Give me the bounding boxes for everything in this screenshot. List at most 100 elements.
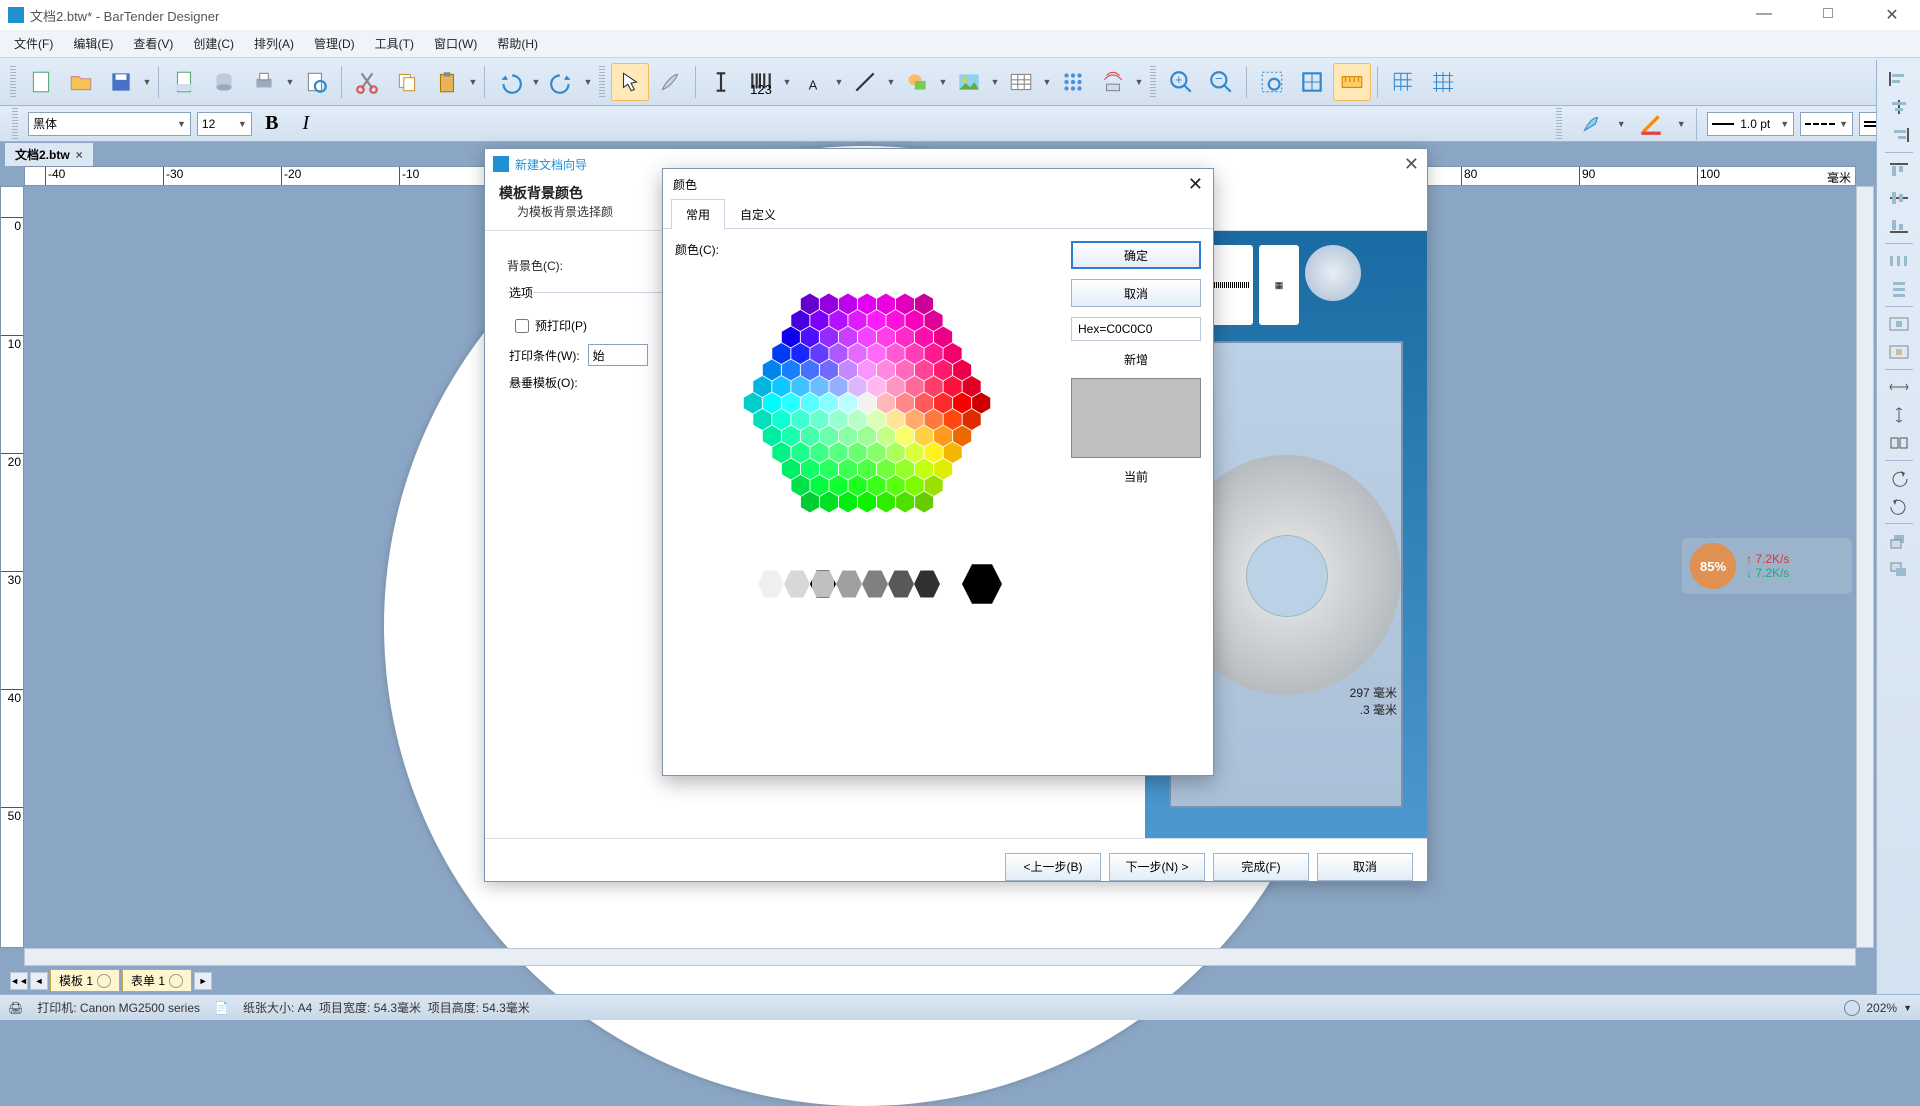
color-cell[interactable] bbox=[772, 343, 790, 364]
menu-edit[interactable]: 编辑(E) bbox=[65, 32, 121, 55]
gray-swatch[interactable] bbox=[836, 569, 862, 599]
save-dropdown[interactable]: ▼ bbox=[142, 77, 152, 87]
align-center-h-icon[interactable] bbox=[1882, 94, 1916, 120]
color-cell[interactable] bbox=[906, 475, 924, 496]
menu-help[interactable]: 帮助(H) bbox=[489, 32, 546, 55]
color-cell[interactable] bbox=[801, 459, 819, 480]
color-cell[interactable] bbox=[820, 327, 838, 348]
color-cell[interactable] bbox=[801, 294, 819, 315]
zoom-out-icon[interactable] bbox=[1844, 1000, 1860, 1016]
tab-nav-prev[interactable]: ◄ bbox=[30, 972, 48, 990]
barcode-tool[interactable]: 123 bbox=[742, 63, 780, 101]
color-cell[interactable] bbox=[963, 376, 981, 397]
color-cell[interactable] bbox=[839, 393, 857, 414]
page-setup-button[interactable] bbox=[165, 63, 203, 101]
italic-button[interactable]: I bbox=[292, 111, 320, 137]
undo-dropdown[interactable]: ▼ bbox=[531, 77, 541, 87]
color-cell[interactable] bbox=[868, 475, 886, 496]
color-cell[interactable] bbox=[782, 393, 800, 414]
color-cell[interactable] bbox=[810, 442, 828, 463]
color-cell[interactable] bbox=[887, 475, 905, 496]
color-cell[interactable] bbox=[934, 459, 952, 480]
printcond-input[interactable] bbox=[588, 344, 648, 366]
color-cell[interactable] bbox=[763, 426, 781, 447]
color-cell[interactable] bbox=[867, 376, 885, 397]
new-button[interactable] bbox=[22, 63, 60, 101]
color-cell[interactable] bbox=[934, 426, 952, 447]
color-cell[interactable] bbox=[915, 459, 933, 480]
color-cell[interactable] bbox=[829, 343, 847, 364]
color-cell[interactable] bbox=[839, 360, 857, 381]
color-cell[interactable] bbox=[801, 327, 819, 348]
gray-swatch[interactable] bbox=[888, 569, 914, 599]
color-cell[interactable] bbox=[925, 475, 943, 496]
color-cell[interactable] bbox=[848, 310, 866, 331]
gray-swatch[interactable] bbox=[758, 569, 784, 599]
align-left-icon[interactable] bbox=[1882, 66, 1916, 92]
horizontal-scrollbar[interactable] bbox=[24, 948, 1856, 966]
color-cell[interactable] bbox=[896, 360, 914, 381]
color-cell[interactable] bbox=[877, 393, 895, 414]
color-cell[interactable] bbox=[963, 409, 981, 430]
color-tab-common[interactable]: 常用 bbox=[671, 199, 725, 229]
color-cell[interactable] bbox=[791, 442, 809, 463]
color-cell[interactable] bbox=[820, 360, 838, 381]
color-cell[interactable] bbox=[858, 426, 876, 447]
font-size-combo[interactable]: 12▼ bbox=[197, 112, 252, 136]
shape-tool[interactable] bbox=[898, 63, 936, 101]
gray-swatch[interactable] bbox=[810, 569, 836, 599]
color-cell[interactable] bbox=[915, 492, 933, 513]
line-tool[interactable] bbox=[846, 63, 884, 101]
color-cell[interactable] bbox=[915, 327, 933, 348]
snap-grid-button[interactable] bbox=[1384, 63, 1422, 101]
brush-tool[interactable] bbox=[651, 63, 689, 101]
menu-tools[interactable]: 工具(T) bbox=[367, 32, 422, 55]
color-cell[interactable] bbox=[896, 492, 914, 513]
color-cell[interactable] bbox=[867, 310, 885, 331]
gray-swatch[interactable] bbox=[862, 569, 888, 599]
color-cell[interactable] bbox=[944, 343, 962, 364]
color-cell[interactable] bbox=[944, 376, 962, 397]
wizard-back-button[interactable]: <上一步(B) bbox=[1005, 853, 1101, 881]
document-tab[interactable]: 文档2.btw × bbox=[4, 142, 94, 166]
same-width-icon[interactable] bbox=[1882, 374, 1916, 400]
color-cell[interactable] bbox=[887, 409, 905, 430]
send-back-icon[interactable] bbox=[1882, 556, 1916, 582]
menu-file[interactable]: 文件(F) bbox=[6, 32, 61, 55]
color-cell[interactable] bbox=[810, 409, 828, 430]
menu-arrange[interactable]: 排列(A) bbox=[246, 32, 302, 55]
shape-dropdown[interactable]: ▼ bbox=[938, 77, 948, 87]
color-cell[interactable] bbox=[858, 327, 876, 348]
gray-swatch[interactable] bbox=[914, 569, 940, 599]
open-button[interactable] bbox=[62, 63, 100, 101]
color-cell[interactable] bbox=[858, 393, 876, 414]
menu-view[interactable]: 查看(V) bbox=[125, 32, 181, 55]
color-cell[interactable] bbox=[953, 360, 971, 381]
save-button[interactable] bbox=[102, 63, 140, 101]
picture-tool[interactable] bbox=[950, 63, 988, 101]
zoom-dropdown-icon[interactable]: ▼ bbox=[1903, 1003, 1912, 1013]
barcode-dropdown[interactable]: ▼ bbox=[782, 77, 792, 87]
database-button[interactable] bbox=[205, 63, 243, 101]
grid-button[interactable] bbox=[1424, 63, 1462, 101]
zoom-in-button[interactable]: + bbox=[1162, 63, 1200, 101]
center-h-canvas-icon[interactable] bbox=[1882, 311, 1916, 337]
fmt-grip[interactable] bbox=[12, 108, 18, 140]
redo-dropdown[interactable]: ▼ bbox=[583, 77, 593, 87]
color-cell[interactable] bbox=[858, 492, 876, 513]
color-cell[interactable] bbox=[877, 294, 895, 315]
fill-color-button[interactable] bbox=[1572, 105, 1610, 143]
align-right-icon[interactable] bbox=[1882, 122, 1916, 148]
color-cell[interactable] bbox=[877, 360, 895, 381]
color-cell[interactable] bbox=[877, 459, 895, 480]
picture-dropdown[interactable]: ▼ bbox=[990, 77, 1000, 87]
line-color-button[interactable] bbox=[1632, 105, 1670, 143]
color-cell[interactable] bbox=[906, 442, 924, 463]
color-cell[interactable] bbox=[925, 343, 943, 364]
maximize-button[interactable]: □ bbox=[1808, 5, 1848, 25]
menu-manage[interactable]: 管理(D) bbox=[306, 32, 363, 55]
color-cell[interactable] bbox=[925, 409, 943, 430]
print-button[interactable] bbox=[245, 63, 283, 101]
align-top-icon[interactable] bbox=[1882, 157, 1916, 183]
color-cell[interactable] bbox=[858, 294, 876, 315]
